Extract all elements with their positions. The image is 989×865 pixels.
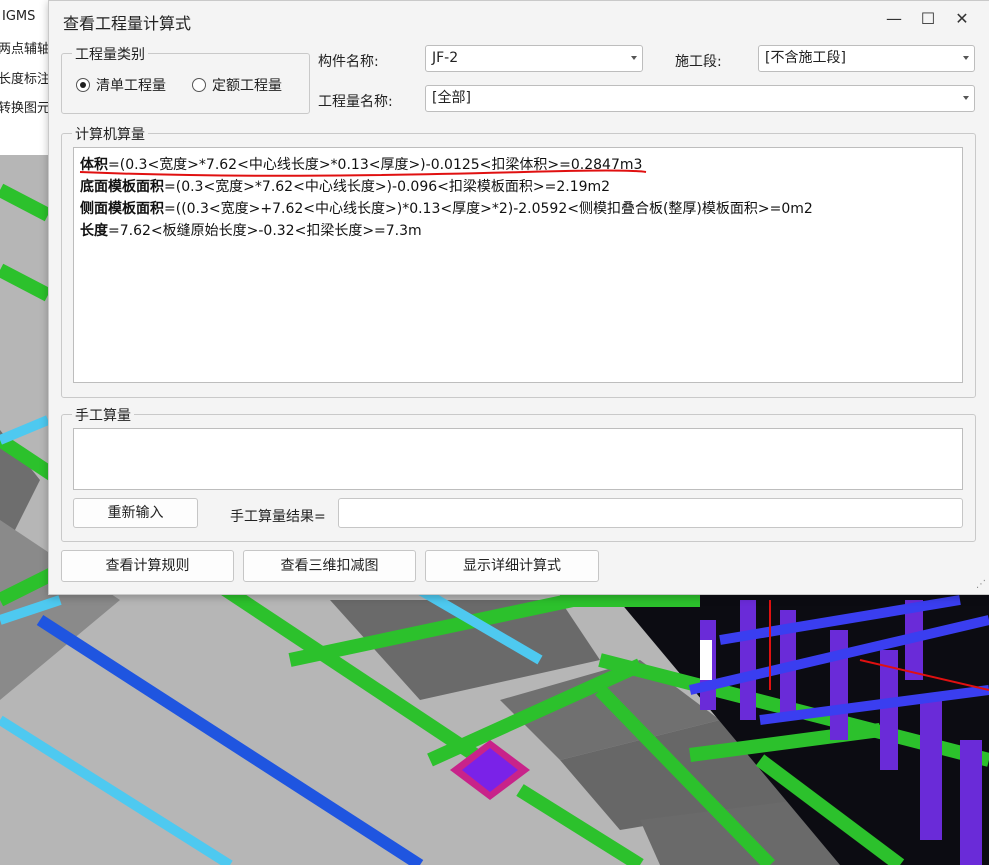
construction-section-label: 施工段: — [675, 54, 722, 70]
radio-unselected-icon — [192, 78, 206, 92]
quantity-type-legend: 工程量类别 — [72, 44, 148, 64]
reenter-button[interactable]: 重新输入 — [73, 498, 198, 528]
radio-quota-quantity[interactable]: 定额工程量 — [192, 75, 282, 95]
manual-calc-legend: 手工算量 — [72, 405, 134, 425]
manual-calc-group: 手工算量 重新输入 手工算量结果= — [61, 405, 976, 542]
quantity-type-group: 工程量类别 清单工程量 定额工程量 — [61, 44, 310, 114]
toolbar-item-length-label[interactable]: 长度标注 — [0, 68, 50, 87]
calc-line-formula: =7.62<板缝原始长度>-0.32<扣梁长度>=7.3m — [108, 223, 422, 239]
show-detailed-formula-button[interactable]: 显示详细计算式 — [425, 550, 599, 582]
quantity-name-label: 工程量名称: — [318, 94, 393, 110]
toolbar-item-two-point-axis[interactable]: 两点辅轴 — [0, 38, 50, 57]
resize-grip-icon[interactable]: ⋰ — [976, 579, 986, 590]
manual-calc-textarea[interactable] — [73, 428, 963, 490]
manual-result-input[interactable] — [338, 498, 963, 528]
dialog-titlebar[interactable]: 查看工程量计算式 — ☐ ✕ — [49, 1, 989, 37]
computer-calc-group: 计算机算量 体积=(0.3<宽度>*7.62<中心线长度>*0.13<厚度>)-… — [61, 124, 976, 398]
component-name-label: 构件名称: — [318, 54, 379, 70]
construction-section-select[interactable]: [不含施工段] — [758, 45, 975, 72]
construction-section-value: [不含施工段] — [765, 50, 846, 66]
radio-selected-icon — [76, 78, 90, 92]
calc-line-length: 长度=7.62<板缝原始长度>-0.32<扣梁长度>=7.3m — [80, 220, 422, 240]
quantity-name-value: [全部] — [432, 90, 471, 106]
dialog-title: 查看工程量计算式 — [63, 14, 192, 33]
chevron-down-icon — [963, 56, 969, 60]
toolbar-item-convert[interactable]: 转换图元 — [0, 97, 50, 116]
radio-quota-quantity-label: 定额工程量 — [212, 78, 282, 94]
calc-line-name: 长度 — [80, 223, 108, 239]
chevron-down-icon — [963, 96, 969, 100]
view-rules-button[interactable]: 查看计算规则 — [61, 550, 234, 582]
quantity-name-select[interactable]: [全部] — [425, 85, 975, 112]
component-name-select[interactable]: JF-2 — [425, 45, 643, 72]
manual-result-label: 手工算量结果= — [230, 509, 326, 525]
calc-line-formula: =((0.3<宽度>+7.62<中心线长度>)*0.13<厚度>*2)-2.05… — [164, 201, 813, 217]
component-name-value: JF-2 — [432, 50, 459, 66]
chevron-down-icon — [631, 56, 637, 60]
red-underline-annotation — [79, 169, 647, 177]
radio-bill-quantity[interactable]: 清单工程量 — [76, 75, 166, 95]
calc-line-side-formwork: 侧面模板面积=((0.3<宽度>+7.62<中心线长度>)*0.13<厚度>*2… — [80, 198, 813, 218]
view-3d-deduction-button[interactable]: 查看三维扣减图 — [243, 550, 416, 582]
computer-calc-legend: 计算机算量 — [72, 124, 148, 144]
maximize-button[interactable]: ☐ — [913, 7, 943, 31]
toolbar-item-igms[interactable]: IGMS — [2, 9, 35, 24]
quantity-formula-dialog: 查看工程量计算式 — ☐ ✕ 工程量类别 清单工程量 定额工程量 构件名称: J… — [48, 0, 989, 595]
close-button[interactable]: ✕ — [947, 7, 977, 31]
computer-calc-textarea[interactable]: 体积=(0.3<宽度>*7.62<中心线长度>*0.13<厚度>)-0.0125… — [73, 147, 963, 383]
radio-bill-quantity-label: 清单工程量 — [96, 78, 166, 94]
calc-line-name: 侧面模板面积 — [80, 201, 164, 217]
minimize-button[interactable]: — — [879, 7, 909, 31]
